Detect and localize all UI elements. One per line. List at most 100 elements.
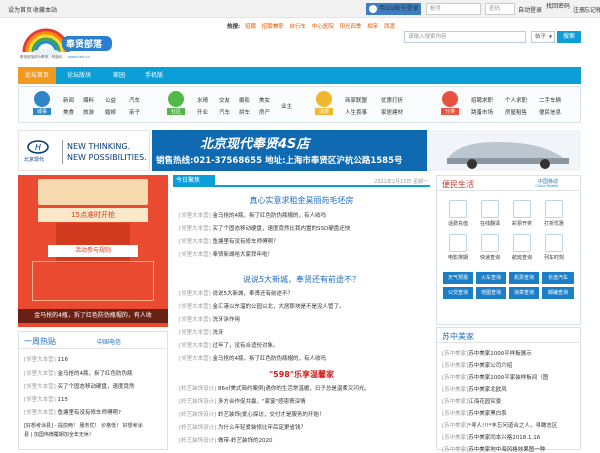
- news-row[interactable]: [岭艺装饰设计] 为什么年轻爱装修比年后定更省钱？: [179, 423, 306, 431]
- quick-link[interactable]: 地图查询: [476, 287, 506, 299]
- cat-link[interactable]: 新闻: [63, 96, 74, 104]
- promo-ad[interactable]: 15点准时开抢 活动参与规则: [18, 175, 168, 327]
- promo-caption[interactable]: 金马抢的4瓶，拆了红色防伪瓶帽的，有人收: [18, 309, 168, 323]
- list-item[interactable]: [好想考涂县] - 提前两！ 服务优！ 价格低！ 好想考涂: [24, 422, 143, 429]
- list-item[interactable]: [苏中美家]苏中美家北欧风: [442, 385, 507, 393]
- list-item[interactable]: [苏中美家]苏中美家1000平样板展示: [442, 349, 532, 357]
- nav-mobile[interactable]: 手机版: [136, 67, 172, 84]
- list-item[interactable]: [苏中美家]苏中美家地中海风格效果图一种: [442, 445, 545, 453]
- list-item[interactable]: [邻里大本营] 鱼塘里有没有修车师傅啊?: [24, 408, 121, 416]
- news-row[interactable]: [岭艺装饰设计] 多方合作促共赢，"家宴"感恩寄深情: [179, 397, 306, 405]
- list-item[interactable]: [邻里大本营] 115: [24, 395, 68, 403]
- service-express[interactable]: 快递查询: [479, 234, 501, 264]
- news-row[interactable]: [邻里大本营] 金马抢的4瓶，拆了红色防伪瓶帽的，有人收吗: [179, 354, 326, 362]
- bookmark-link[interactable]: 收藏本站: [33, 5, 57, 14]
- cat-link[interactable]: 人生喜事: [345, 108, 367, 116]
- category-consume[interactable]: 消费: [315, 91, 333, 116]
- cat-link[interactable]: 房产: [259, 108, 270, 116]
- site-logo[interactable]: 奉贤部落 奉贤部落网为奉贤、闵南网 www.xzfx.cn: [18, 24, 118, 64]
- cat-link[interactable]: 汽车: [219, 108, 230, 116]
- service-topup[interactable]: 话费充值: [447, 200, 469, 230]
- nav-forum-home[interactable]: 论坛首页: [18, 67, 56, 84]
- cat-link[interactable]: 水晴: [197, 96, 208, 104]
- service-movie[interactable]: 电影排期: [447, 234, 469, 264]
- tab-today-focus[interactable]: 今日聚焦: [173, 175, 215, 187]
- cat-link[interactable]: 家居建材: [381, 108, 403, 116]
- news-row[interactable]: [邻里大本营] 洗牙涂作用: [179, 315, 240, 323]
- cat-link[interactable]: 跳蚤市场: [471, 108, 493, 116]
- category-classified[interactable]: 分类: [441, 91, 459, 116]
- service-train[interactable]: 列车时刻: [543, 234, 565, 264]
- nav-home[interactable]: 家园: [104, 67, 134, 84]
- auto-login-checkbox[interactable]: 自动登录: [518, 5, 542, 14]
- cat-link[interactable]: 个人求职: [505, 96, 527, 104]
- list-item[interactable]: [邻里大本营] 116: [24, 355, 68, 363]
- quick-link[interactable]: 违章查询: [509, 287, 539, 299]
- list-item[interactable]: [苏中美家]江海花园实景: [442, 397, 501, 405]
- news-row[interactable]: [邻里大本营] 洗牙: [179, 328, 224, 336]
- cat-link[interactable]: 婚嫁: [105, 108, 116, 116]
- cat-link[interactable]: 二手车辆: [539, 96, 561, 104]
- cat-link[interactable]: 爆料: [83, 96, 94, 104]
- list-item[interactable]: [苏中美家]苏中美家黑白系: [442, 409, 507, 417]
- search-scope-select[interactable]: 帖子 ▼: [531, 31, 555, 43]
- account-input[interactable]: 帐号: [426, 3, 481, 15]
- list-item[interactable]: [苏中美家]苏中美家公司介绍: [442, 361, 512, 369]
- hot-search-item[interactable]: 中心医院: [312, 24, 334, 30]
- service-discount[interactable]: 打折优惠: [543, 200, 565, 230]
- nav-forum-boards[interactable]: 论坛版块: [60, 67, 98, 84]
- cat-link[interactable]: 招聘求职: [471, 96, 493, 104]
- cat-link[interactable]: 开业: [197, 108, 208, 116]
- category-city[interactable]: 城事: [33, 91, 51, 116]
- hyundai-brand-banner[interactable]: H 北京现代 NEW THINKING. NEW POSSIBILITIES.: [18, 130, 150, 171]
- cat-link[interactable]: 亲子: [129, 108, 140, 116]
- hot-search-item[interactable]: 相亲: [367, 24, 378, 30]
- news-row[interactable]: [邻里大本营] 说说5大新城，奉贤还有前途不？: [179, 289, 293, 297]
- hot-search-item[interactable]: 招聘兼职: [262, 24, 284, 30]
- promo-headline[interactable]: "598"乐享温馨家: [173, 369, 430, 380]
- news-row[interactable]: [邻里大本营] 买了个固态移动硬盘，速度竟然比我内置的SSD硬盘还快: [179, 224, 350, 232]
- cat-link[interactable]: 摄影: [239, 96, 250, 104]
- quick-link[interactable]: 邮编查询: [542, 287, 574, 299]
- set-home-link[interactable]: 设为首页: [8, 5, 32, 14]
- list-item[interactable]: 县 | 加国伟微覆期加全年无休！: [24, 431, 94, 438]
- cat-link[interactable]: 美食: [63, 108, 74, 116]
- news-row[interactable]: [邻里大本营] 鱼塘里有没有修车师傅啊？: [179, 237, 279, 245]
- news-row[interactable]: [岭艺装饰设计] 做带-岭艺装饰的2020: [179, 436, 273, 444]
- news-row[interactable]: [邻里大本营] 奉贤新城哈大家拜年啦！: [179, 250, 273, 258]
- cat-link[interactable]: 优惠打折: [381, 96, 403, 104]
- headline[interactable]: 真心实意求租金昊丽苑毛坯房: [173, 195, 430, 206]
- list-item[interactable]: [苏中美家]*寻人!!!*丰忘问道合之人，寻瞰志区: [442, 421, 557, 429]
- service-translate[interactable]: 在线翻译: [479, 200, 501, 230]
- password-input[interactable]: 密码: [485, 3, 515, 15]
- cat-link[interactable]: 业主: [281, 102, 292, 110]
- search-input[interactable]: 请输入搜索内容: [404, 31, 526, 43]
- cat-link[interactable]: 汽车: [129, 96, 140, 104]
- dealer-banner[interactable]: 北京现代奉贤4S店 销售热线:021-37568655 地址:上海市奉贤区沪杭公…: [152, 130, 427, 171]
- cat-link[interactable]: 美女: [259, 96, 270, 104]
- news-row[interactable]: [邻里大本营] 过年了，没有合适份对象。: [179, 341, 279, 349]
- hot-search-item[interactable]: 阳光四季: [340, 24, 362, 30]
- cat-link[interactable]: 交友: [219, 96, 230, 104]
- service-lottery[interactable]: 彩票开奖: [511, 200, 533, 230]
- cat-link[interactable]: 拼车: [239, 108, 250, 116]
- hot-search-item[interactable]: 西渡: [384, 24, 395, 30]
- headline[interactable]: 说说5大新城，奉贤还有前途不？: [173, 274, 430, 285]
- news-row[interactable]: [邻里大本营] 金马抢的4瓶，拆了红色防伪瓶帽的，有人收吗: [179, 211, 326, 219]
- forgot-password-link[interactable]: 找回密码: [546, 1, 570, 10]
- list-item[interactable]: [邻里大本营] 买了个固态移动硬盘，速度竟然: [24, 382, 135, 390]
- news-row[interactable]: [岭艺装饰设计] 岭艺装饰|爱心探访，交付才是服务的开始！: [179, 410, 324, 418]
- quick-link[interactable]: 火车查询: [476, 272, 506, 284]
- list-item[interactable]: [苏中美家]苏中美家1000平家装样板间（图: [442, 373, 548, 381]
- list-item[interactable]: [苏中美家]苏中美家同本兴格2018.1.16: [442, 433, 540, 441]
- quick-link[interactable]: 长途汽车: [542, 272, 574, 284]
- service-flight[interactable]: 航班查询: [511, 234, 533, 264]
- quick-link[interactable]: 天气预报: [443, 272, 473, 284]
- search-button[interactable]: 搜索: [557, 31, 581, 43]
- quick-link[interactable]: 公交查询: [443, 287, 473, 299]
- cat-link[interactable]: 房屋租售: [505, 108, 527, 116]
- quick-link[interactable]: 机票查询: [509, 272, 539, 284]
- forgot-account-link[interactable]: 忘记帐号: [584, 5, 600, 14]
- hot-search-item[interactable]: 招聘: [245, 24, 256, 30]
- news-row[interactable]: [岭艺装饰设计] 86㎡美式简约案例|遇你的生活常温暖，日子总是温柔又闪光。: [179, 384, 370, 392]
